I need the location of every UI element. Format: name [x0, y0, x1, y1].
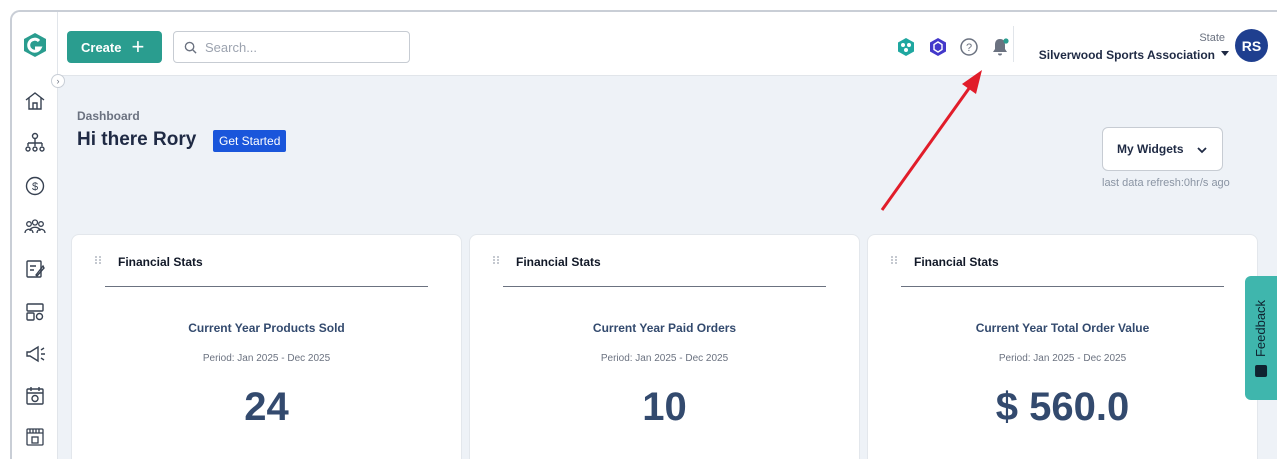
notification-bell-icon[interactable]	[990, 37, 1010, 57]
metric-period: Period: Jan 2025 - Dec 2025	[600, 353, 729, 364]
card-title: Financial Stats	[118, 255, 203, 269]
widgets-dropdown-value: My Widgets	[1117, 142, 1184, 156]
search-input[interactable]	[205, 39, 395, 55]
card-title: Financial Stats	[914, 255, 999, 269]
help-icon[interactable]: ?	[959, 37, 979, 57]
card-divider	[901, 286, 1224, 287]
metric-period: Period: Jan 2025 - Dec 2025	[998, 353, 1127, 364]
search-box[interactable]	[173, 31, 410, 63]
stat-card: Financial Stats Current Year Products So…	[71, 234, 462, 459]
search-icon	[184, 41, 197, 54]
breadcrumb: Dashboard	[77, 109, 140, 123]
home-icon[interactable]	[24, 90, 46, 112]
forms-icon[interactable]	[24, 258, 46, 280]
state-label: State	[1199, 32, 1225, 44]
metric-value: 10	[642, 385, 687, 429]
metric-value: $ 560.0	[995, 385, 1130, 429]
feedback-label: Feedback	[1253, 299, 1269, 357]
metric-period: Period: Jan 2025 - Dec 2025	[202, 353, 331, 364]
venue-icon[interactable]	[24, 426, 46, 448]
svg-text:$: $	[32, 181, 38, 193]
drag-handle-icon[interactable]	[890, 255, 898, 265]
metric-value: 24	[244, 385, 289, 429]
svg-text:?: ?	[966, 42, 972, 54]
topbar-divider	[1013, 26, 1014, 62]
create-button[interactable]: Create +	[67, 31, 162, 63]
plus-icon: +	[131, 34, 145, 59]
drag-handle-icon[interactable]	[492, 255, 500, 265]
top-bar: Create + ? State Silv	[58, 12, 1277, 76]
feedback-icon	[1255, 364, 1267, 377]
page-title: Hi there Rory	[77, 129, 197, 150]
calendar-icon[interactable]	[24, 385, 46, 407]
feedback-tab[interactable]: Feedback	[1245, 276, 1277, 400]
widgets-dropdown[interactable]: My Widgets	[1102, 127, 1223, 171]
org-hierarchy-icon[interactable]	[24, 132, 46, 154]
dashboard-content: Dashboard Hi there Rory Get Started My W…	[58, 77, 1277, 459]
integration-hub-icon[interactable]	[896, 37, 916, 57]
sidebar-collapse-button[interactable]: ›	[51, 74, 65, 88]
last-refresh-text: last data refresh:0hr/s ago	[1102, 177, 1230, 189]
card-divider	[503, 286, 826, 287]
create-button-label: Create	[81, 39, 122, 55]
metric-label: Current Year Products Sold	[188, 321, 345, 335]
chevron-down-icon	[1197, 147, 1207, 154]
card-divider	[105, 286, 428, 287]
caret-down-icon[interactable]	[1221, 51, 1229, 56]
avatar[interactable]: RS	[1235, 29, 1268, 62]
hexagon-app-icon[interactable]	[928, 37, 948, 57]
org-switcher[interactable]: Silverwood Sports Association	[1039, 48, 1215, 62]
card-title: Financial Stats	[516, 255, 601, 269]
get-started-button[interactable]: Get Started	[213, 130, 287, 152]
dollar-icon[interactable]: $	[24, 175, 46, 197]
app-logo-icon[interactable]	[23, 32, 47, 58]
drag-handle-icon[interactable]	[94, 255, 102, 265]
megaphone-icon[interactable]	[24, 343, 46, 365]
stat-card: Financial Stats Current Year Total Order…	[867, 234, 1258, 459]
stat-card: Financial Stats Current Year Paid Orders…	[469, 234, 860, 459]
members-icon[interactable]	[24, 216, 46, 238]
metric-label: Current Year Total Order Value	[975, 321, 1150, 335]
app-window: $ › Create + Search... ? State Silverwoo…	[10, 10, 1277, 459]
registration-icon[interactable]	[24, 301, 46, 323]
metric-label: Current Year Paid Orders	[592, 321, 737, 335]
